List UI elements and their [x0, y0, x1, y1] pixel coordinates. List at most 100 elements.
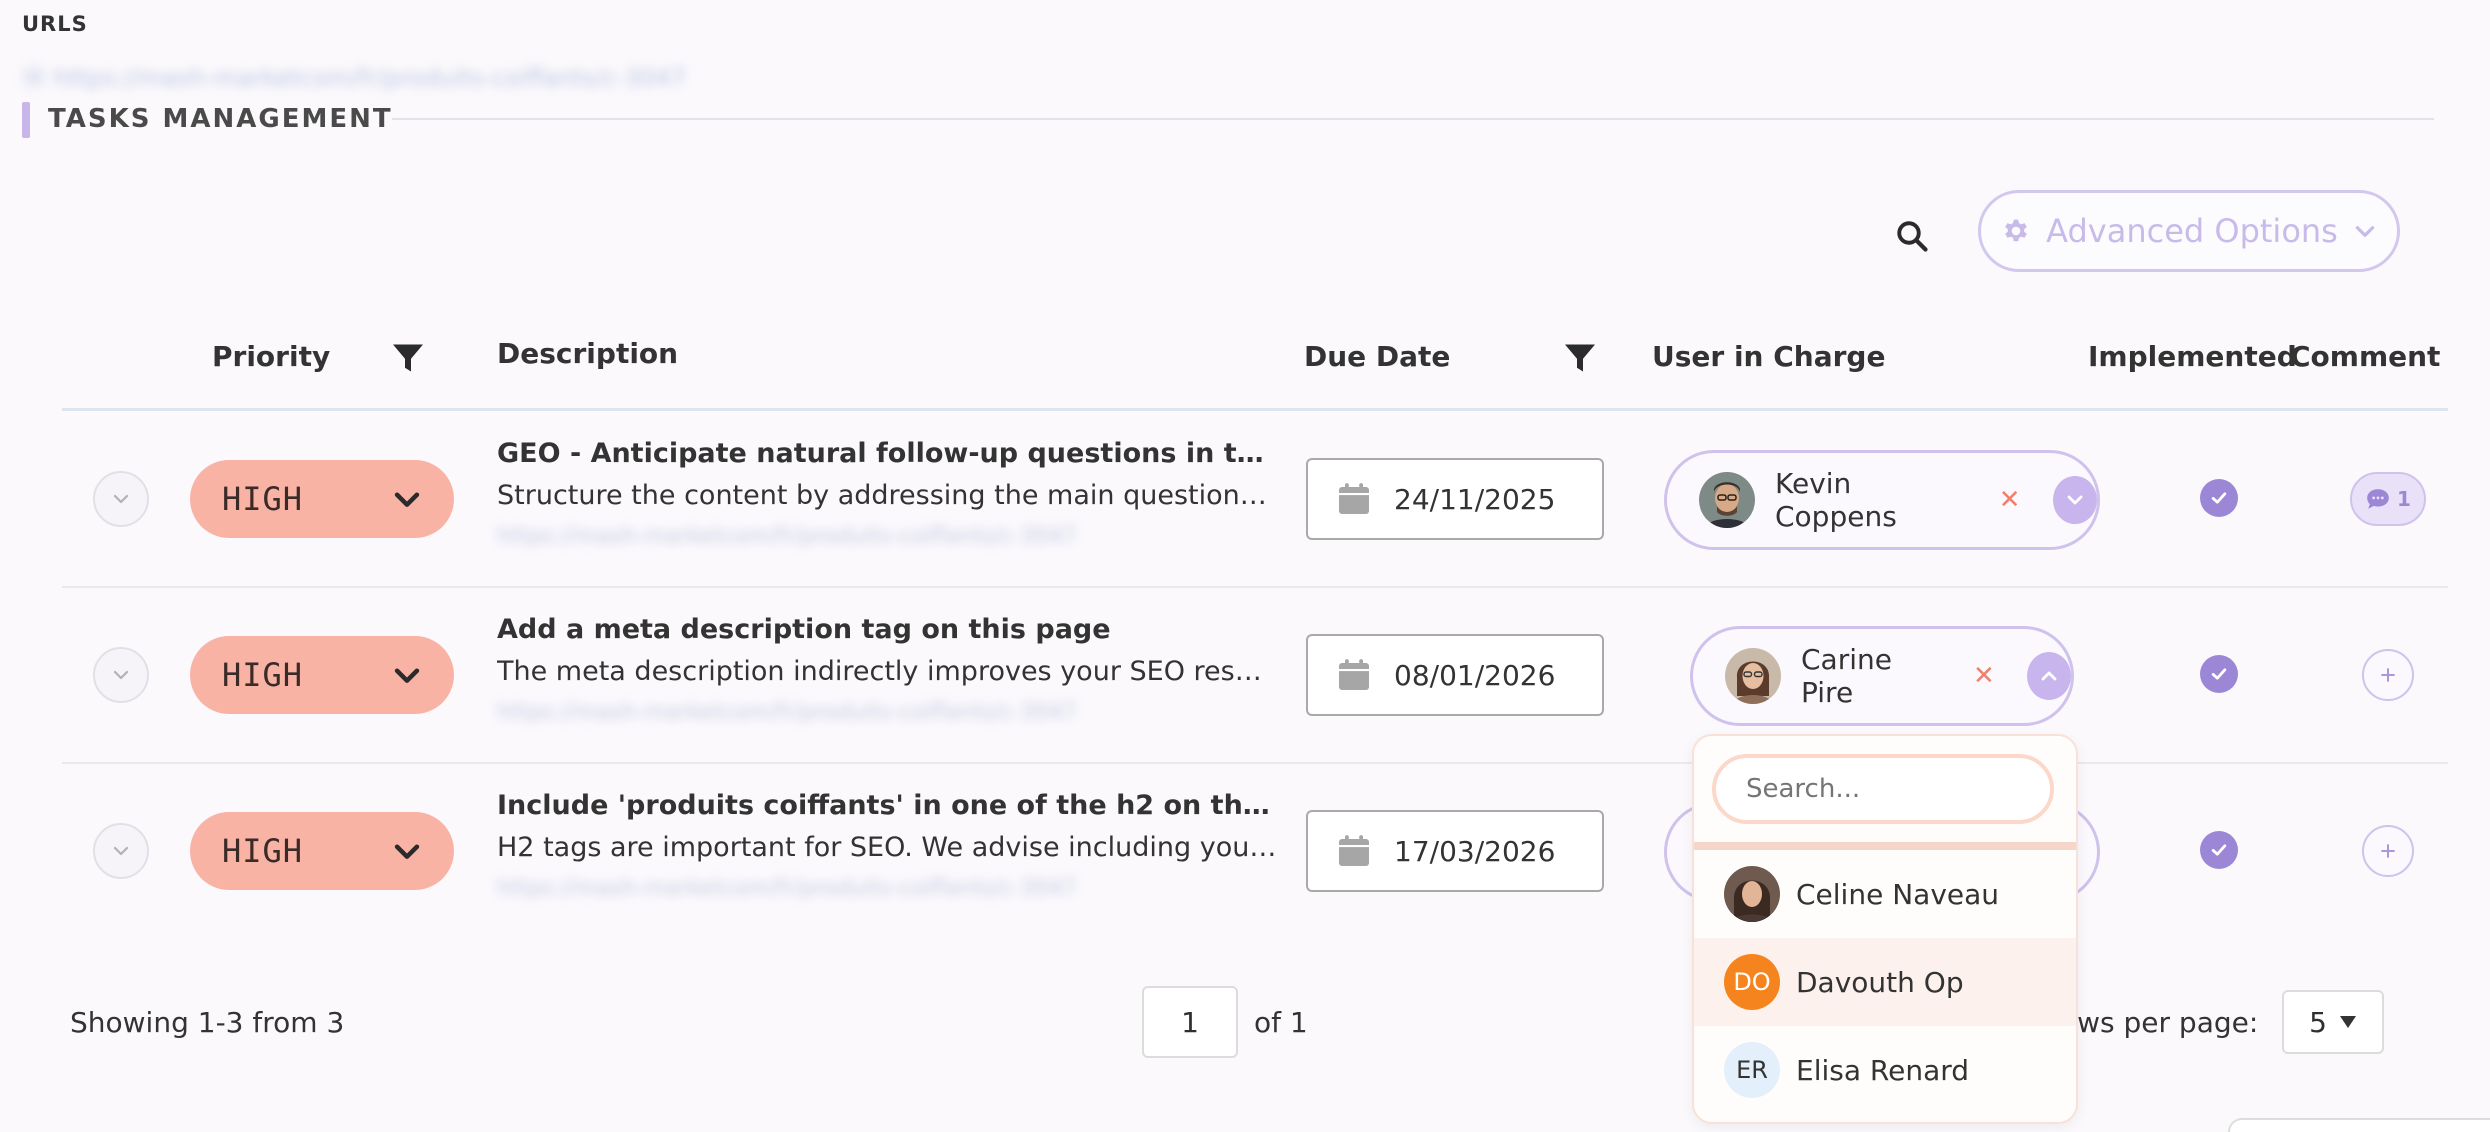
user-name: Kevin Coppens — [1775, 467, 1897, 533]
column-header-user-in-charge: User in Charge — [1652, 340, 1886, 373]
urls-label: URLS — [22, 12, 88, 36]
user-option-name: Celine Naveau — [1796, 877, 2000, 911]
rows-per-page-select[interactable]: 5 — [2282, 990, 2384, 1054]
chevron-down-icon — [113, 670, 129, 680]
pagination-summary: Showing 1-3 from 3 — [70, 1006, 345, 1039]
rows-per-page-value: 5 — [2309, 1005, 2327, 1039]
filter-icon — [1565, 344, 1595, 372]
avatar: ER — [1724, 1042, 1780, 1098]
due-date-filter-button[interactable] — [1562, 340, 1598, 380]
advanced-options-button[interactable]: Advanced Options — [1978, 190, 2400, 272]
dropdown-divider — [1694, 842, 2076, 850]
task-title[interactable]: Add a meta description tag on this page — [497, 614, 1277, 645]
chevron-down-icon — [2355, 226, 2375, 237]
user-dropdown-menu: Celine Naveau DO Davouth Op ER Elisa Ren… — [1692, 734, 2078, 1124]
user-name: Carine Pire — [1801, 643, 1892, 709]
gear-icon — [2005, 219, 2027, 242]
user-option[interactable]: DO Davouth Op — [1694, 938, 2076, 1026]
task-url[interactable]: https://mash-marketcom/fr/produits-coiff… — [497, 700, 1187, 726]
clear-user-icon[interactable]: ✕ — [1999, 485, 2021, 515]
due-date-field[interactable]: 17/03/2026 — [1306, 810, 1604, 892]
clear-user-icon[interactable]: ✕ — [1973, 661, 1995, 691]
task-url[interactable]: https://mash-marketcom/fr/produits-coiff… — [497, 524, 1187, 550]
avatar: DO — [1724, 954, 1780, 1010]
add-comment-button[interactable] — [2362, 825, 2414, 877]
header-divider — [62, 408, 2448, 411]
user-option-name: Elisa Renard — [1796, 1053, 1970, 1087]
plus-icon — [2381, 844, 2395, 858]
column-header-description: Description — [497, 337, 679, 370]
overlay-panel-edge — [2228, 1118, 2490, 1132]
chevron-down-icon — [2067, 495, 2083, 505]
priority-value: HIGH — [222, 832, 304, 870]
implemented-toggle[interactable] — [2200, 831, 2238, 869]
implemented-toggle[interactable] — [2200, 479, 2238, 517]
comment-button[interactable]: 1 — [2350, 472, 2426, 526]
user-dropdown-toggle[interactable] — [2052, 476, 2097, 524]
user-option[interactable]: ER Elisa Renard — [1694, 1026, 2076, 1114]
calendar-icon — [1339, 659, 1369, 690]
calendar-icon — [1339, 835, 1369, 866]
add-comment-button[interactable] — [2362, 649, 2414, 701]
page-count: of 1 — [1254, 1006, 1308, 1039]
column-header-due-date: Due Date — [1304, 340, 1451, 373]
column-header-implemented: Implemented — [2088, 340, 2297, 373]
chevron-up-icon — [2041, 671, 2057, 681]
row-expand-button[interactable] — [93, 647, 149, 703]
chevron-down-icon — [113, 846, 129, 856]
priority-select[interactable]: HIGH — [190, 636, 454, 714]
avatar — [1724, 866, 1780, 922]
calendar-icon — [1339, 483, 1369, 514]
section-accent-bar — [22, 102, 30, 138]
task-description: Structure the content by addressing the … — [497, 480, 1277, 511]
check-icon — [2211, 492, 2227, 504]
due-date-value: 24/11/2025 — [1394, 482, 1556, 516]
row-expand-button[interactable] — [93, 471, 149, 527]
implemented-toggle[interactable] — [2200, 655, 2238, 693]
user-in-charge-select[interactable]: Carine Pire ✕ — [1690, 626, 2074, 726]
section-divider — [392, 118, 2434, 120]
check-icon — [2211, 844, 2227, 856]
task-url[interactable]: https://mash-marketcom/fr/produits-coiff… — [497, 876, 1187, 902]
priority-filter-button[interactable] — [390, 340, 426, 380]
avatar — [1725, 648, 1781, 704]
due-date-value: 08/01/2026 — [1394, 658, 1556, 692]
plus-icon — [2381, 668, 2395, 682]
urls-value[interactable]: Ⓜ https://mash-marketcom/fr/produits-coi… — [22, 58, 762, 92]
section-title: TASKS MANAGEMENT — [48, 104, 393, 134]
comment-count: 1 — [2397, 487, 2411, 511]
search-button[interactable] — [1884, 208, 1940, 264]
rows-per-page-label: ows per page: — [2060, 1006, 2259, 1039]
chevron-down-icon — [394, 844, 420, 859]
task-title[interactable]: GEO - Anticipate natural follow-up quest… — [497, 438, 1277, 469]
check-icon — [2211, 668, 2227, 680]
row-expand-button[interactable] — [93, 823, 149, 879]
chevron-down-icon — [113, 494, 129, 504]
due-date-value: 17/03/2026 — [1394, 834, 1556, 868]
user-option-name: Davouth Op — [1796, 965, 1964, 999]
task-description: H2 tags are important for SEO. We advise… — [497, 832, 1277, 863]
advanced-options-label: Advanced Options — [2046, 212, 2338, 250]
user-dropdown-toggle[interactable] — [2026, 652, 2071, 700]
user-option[interactable]: Celine Naveau — [1694, 850, 2076, 938]
task-title[interactable]: Include 'produits coiffants' in one of t… — [497, 790, 1277, 821]
column-header-priority: Priority — [212, 340, 331, 373]
row-divider — [62, 586, 2448, 588]
avatar — [1699, 472, 1755, 528]
user-in-charge-select[interactable]: Kevin Coppens ✕ — [1664, 450, 2100, 550]
caret-down-icon — [2339, 1016, 2356, 1028]
comment-icon — [2367, 489, 2389, 509]
priority-select[interactable]: HIGH — [190, 812, 454, 890]
task-description: The meta description indirectly improves… — [497, 656, 1277, 687]
due-date-field[interactable]: 24/11/2025 — [1306, 458, 1604, 540]
priority-select[interactable]: HIGH — [190, 460, 454, 538]
row-divider — [62, 762, 2448, 764]
column-header-comment: Comment — [2290, 340, 2441, 373]
search-icon — [1897, 221, 1928, 252]
user-search-input[interactable] — [1712, 754, 2054, 824]
page-number-input[interactable]: 1 — [1142, 986, 1238, 1058]
priority-value: HIGH — [222, 480, 304, 518]
chevron-down-icon — [394, 492, 420, 507]
due-date-field[interactable]: 08/01/2026 — [1306, 634, 1604, 716]
filter-icon — [393, 344, 423, 372]
